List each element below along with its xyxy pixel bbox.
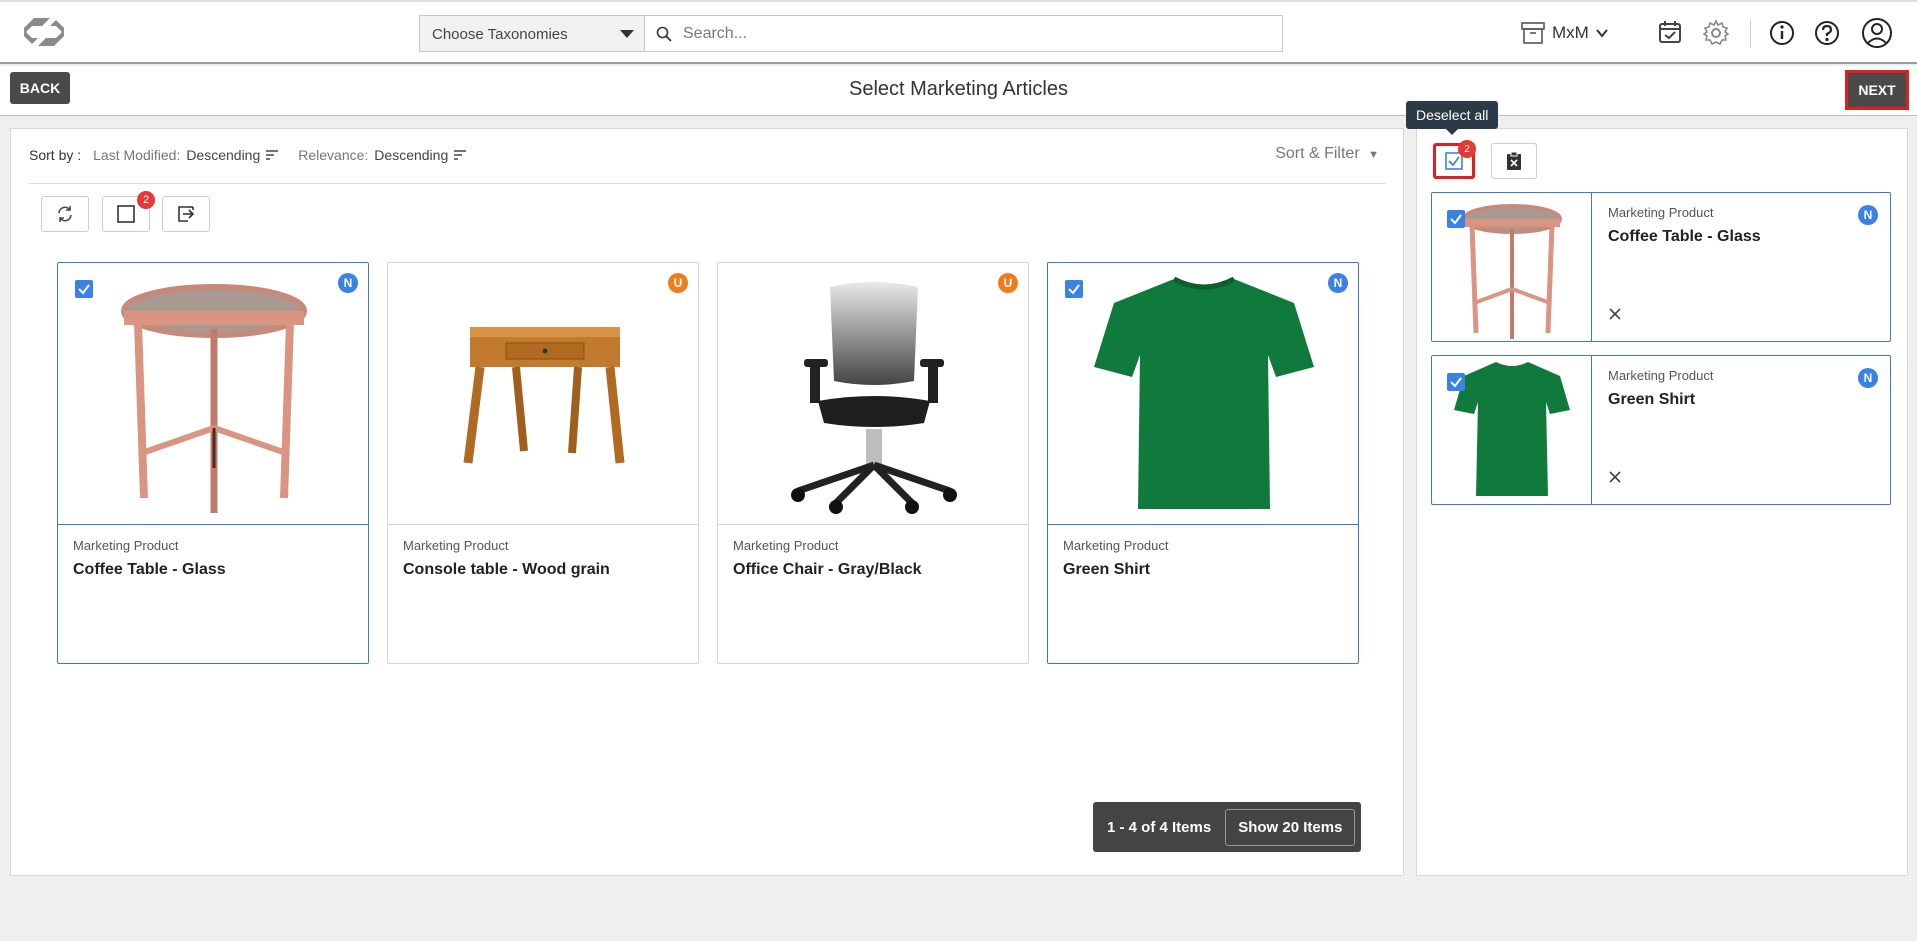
- status-badge: N: [1858, 205, 1878, 225]
- taxonomy-select-label: Choose Taxonomies: [432, 26, 568, 43]
- check-icon: [1450, 214, 1462, 225]
- clipboard-delete-icon: [1507, 151, 1521, 170]
- card-title: Console table - Wood grain: [403, 561, 610, 578]
- sort-filter-toggle[interactable]: Sort & Filter ▼: [1275, 145, 1379, 163]
- divider: [1750, 20, 1751, 48]
- sort-by-label: Sort by :: [29, 147, 82, 163]
- status-badge: N: [1858, 368, 1878, 388]
- status-badge: N: [338, 273, 358, 293]
- deselect-all-tooltip: Deselect all: [1406, 101, 1499, 135]
- card-checkbox[interactable]: [75, 280, 93, 298]
- app-logo-icon[interactable]: [20, 14, 68, 50]
- item-count: 1 - 4 of 4 Items: [1107, 818, 1212, 836]
- user-avatar-icon[interactable]: [1861, 17, 1893, 49]
- product-image: U: [388, 263, 698, 525]
- sort-bar: Sort by : Last Modified: Descending Rele…: [29, 147, 480, 163]
- card-type: Marketing Product: [73, 538, 179, 553]
- selected-checkbox[interactable]: [1447, 373, 1465, 391]
- sort-field-value[interactable]: Descending: [186, 147, 260, 163]
- product-image: N: [1048, 263, 1358, 525]
- select-toggle-button[interactable]: 2: [102, 191, 155, 232]
- article-card[interactable]: U Marketing Product Office Chair - Gray/…: [717, 262, 1029, 664]
- card-type: Marketing Product: [403, 538, 509, 553]
- card-checkbox[interactable]: [1065, 280, 1083, 298]
- page-header: BACK Select Marketing Articles NEXT: [0, 66, 1917, 116]
- search-box: [644, 15, 1283, 52]
- refresh-icon: [58, 206, 72, 222]
- article-card[interactable]: U Marketing Product Console table - Wood…: [387, 262, 699, 664]
- green-shirt-icon: [1094, 276, 1314, 509]
- help-icon[interactable]: [1812, 18, 1842, 48]
- coffee-table-icon: [121, 284, 307, 513]
- selected-checkbox[interactable]: [1447, 210, 1465, 228]
- status-badge: U: [998, 273, 1018, 293]
- close-icon[interactable]: [1608, 470, 1622, 484]
- taxonomy-select[interactable]: Choose Taxonomies: [419, 15, 645, 52]
- sort-field-value[interactable]: Descending: [374, 147, 448, 163]
- product-image: N: [58, 263, 368, 525]
- status-badge: N: [1328, 273, 1348, 293]
- card-type: Marketing Product: [1063, 538, 1169, 553]
- selected-count-badge: 2: [1458, 140, 1476, 158]
- deselect-all-button[interactable]: 2: [1433, 140, 1476, 179]
- selected-articles-panel: 2 Marketing Product Coffee Table - Glass…: [1416, 128, 1908, 876]
- export-button[interactable]: [162, 196, 210, 232]
- card-title: Coffee Table - Glass: [73, 561, 226, 578]
- chevron-down-icon: [1596, 29, 1608, 38]
- office-chair-icon: [791, 282, 957, 514]
- product-image: U: [718, 263, 1028, 525]
- articles-panel: Sort by : Last Modified: Descending Rele…: [10, 128, 1404, 876]
- search-icon: [656, 26, 672, 42]
- page-title: Select Marketing Articles: [849, 78, 1068, 100]
- card-type: Marketing Product: [1608, 205, 1714, 220]
- dropdown-caret-icon: [620, 30, 634, 38]
- footer-area: [0, 884, 1917, 941]
- workspace-label: MxM: [1552, 23, 1589, 42]
- sort-direction-icon[interactable]: [454, 150, 467, 160]
- sort-field-name: Relevance:: [298, 147, 369, 163]
- gear-icon[interactable]: [1701, 18, 1731, 48]
- calendar-task-icon[interactable]: [1655, 18, 1685, 48]
- product-thumbnail: [1432, 193, 1592, 341]
- search-input[interactable]: [683, 22, 1263, 46]
- selected-article-card[interactable]: Marketing Product Coffee Table - Glass N: [1431, 192, 1891, 342]
- selected-article-card[interactable]: Marketing Product Green Shirt N: [1431, 355, 1891, 505]
- check-icon: [1068, 284, 1080, 295]
- top-bar: Choose Taxonomies MxM: [0, 0, 1917, 64]
- export-icon: [178, 206, 195, 222]
- status-badge: U: [668, 273, 688, 293]
- product-thumbnail: [1432, 356, 1592, 504]
- card-title: Coffee Table - Glass: [1608, 228, 1761, 245]
- checkbox-icon: [117, 205, 135, 223]
- card-title: Office Chair - Gray/Black: [733, 561, 922, 578]
- clear-clipboard-button[interactable]: [1491, 143, 1537, 179]
- card-title: Green Shirt: [1063, 561, 1151, 578]
- workspace-selector[interactable]: MxM: [1520, 18, 1609, 48]
- divider: [29, 183, 1386, 184]
- sort-field-name: Last Modified:: [93, 147, 181, 163]
- card-title: Green Shirt: [1608, 391, 1696, 408]
- article-card[interactable]: N Marketing Product Green Shirt: [1047, 262, 1359, 664]
- next-button[interactable]: NEXT: [1845, 70, 1909, 110]
- archive-box-icon: [1521, 22, 1545, 44]
- sort-direction-icon[interactable]: [266, 150, 279, 160]
- pagination-bar: 1 - 4 of 4 Items Show 20 Items: [1093, 802, 1362, 852]
- console-table-icon: [463, 327, 625, 464]
- card-type: Marketing Product: [1608, 368, 1714, 383]
- sort-filter-label: Sort & Filter: [1275, 145, 1360, 162]
- info-icon[interactable]: [1767, 18, 1797, 48]
- article-card[interactable]: N Marketing Product Coffee Table - Glass: [57, 262, 369, 664]
- refresh-button[interactable]: [41, 196, 89, 232]
- caret-down-icon: ▼: [1368, 149, 1379, 161]
- card-type: Marketing Product: [733, 538, 839, 553]
- check-icon: [78, 284, 90, 295]
- page-size-button[interactable]: Show 20 Items: [1225, 808, 1356, 846]
- close-icon[interactable]: [1608, 307, 1622, 321]
- selected-count-badge: 2: [137, 191, 155, 209]
- check-icon: [1450, 377, 1462, 388]
